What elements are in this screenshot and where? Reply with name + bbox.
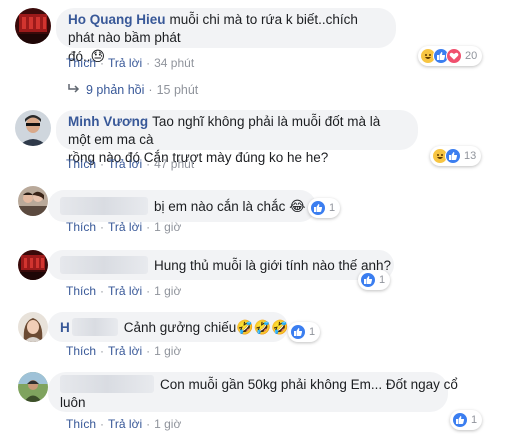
love-reaction-icon: [446, 48, 462, 64]
redacted-author-name: [60, 375, 154, 393]
avatar-user-6[interactable]: [18, 372, 48, 402]
avatar-user-3[interactable]: [18, 186, 48, 216]
comment-time[interactable]: 47 phút: [154, 157, 194, 171]
reply-link[interactable]: Trả lời: [108, 157, 142, 171]
comment-bubble-6: Con muỗi gần 50kg phải không Em... Đốt n…: [48, 372, 458, 412]
comment-time[interactable]: 34 phút: [154, 56, 194, 70]
comment-actions: Thích · Trả lời · 1 giờ: [66, 344, 182, 358]
replies-time: 15 phút: [156, 83, 199, 97]
reaction-summary[interactable]: 20: [418, 46, 483, 66]
comment-time[interactable]: 1 giờ: [154, 417, 181, 431]
like-link[interactable]: Thích: [66, 220, 96, 234]
comment-bubble-2: Minh Vương Tao nghĩ không phải là muỗi đố…: [56, 110, 418, 165]
reply-link[interactable]: Trả lời: [108, 220, 142, 234]
comment-actions: Thích · Trả lời · 1 giờ: [66, 417, 182, 431]
reaction-count: 1: [309, 326, 316, 338]
comment-text: Con muỗi gần 50kg phải không Em... Đốt n…: [160, 377, 458, 392]
like-link[interactable]: Thích: [66, 157, 96, 171]
reply-link[interactable]: Trả lời: [108, 417, 142, 431]
comment-author[interactable]: Minh Vương: [68, 114, 148, 129]
comment-actions: Thích · Trả lời · 34 phút: [66, 56, 195, 70]
reaction-summary[interactable]: 1: [358, 270, 391, 290]
like-reaction-icon: [290, 324, 306, 340]
like-reaction-icon: [452, 412, 468, 428]
comment-time[interactable]: 1 giờ: [154, 284, 181, 298]
comment-actions: Thích · Trả lời · 1 giờ: [66, 284, 182, 298]
reply-link[interactable]: Trả lời: [108, 56, 142, 70]
comment-text: luôn: [60, 395, 86, 410]
avatar-minh-vuong[interactable]: [15, 110, 51, 146]
comment-actions: Thích · Trả lời · 47 phút: [66, 157, 195, 171]
comment-text: Hung thủ muỗi là giới tính nào thế anh?: [154, 258, 392, 273]
reaction-count: 20: [465, 50, 478, 62]
reaction-summary[interactable]: 1: [308, 198, 341, 218]
reaction-count: 13: [464, 150, 477, 162]
avatar-user-5[interactable]: [18, 312, 48, 342]
like-reaction-icon: [360, 272, 376, 288]
like-link[interactable]: Thích: [66, 56, 96, 70]
like-link[interactable]: Thích: [66, 284, 96, 298]
comment-time[interactable]: 1 giờ: [154, 344, 181, 358]
redacted-author-name: [60, 197, 148, 215]
redacted-author-name: [60, 256, 148, 274]
comment-text: bị em nào cắn là chắc: [154, 199, 286, 214]
redacted-author-name: [71, 318, 118, 336]
comment-text: Cảnh gưởng chiếu: [123, 320, 237, 335]
view-replies-link[interactable]: 9 phản hồi · 15 phút: [68, 83, 198, 97]
comment-author-initial[interactable]: H: [60, 320, 70, 335]
like-reaction-icon: [310, 200, 326, 216]
reaction-summary[interactable]: 1: [288, 322, 321, 342]
like-link[interactable]: Thích: [66, 417, 96, 431]
comment-time[interactable]: 1 giờ: [154, 220, 181, 234]
emoji: 🤣🤣🤣: [236, 319, 289, 335]
reaction-count: 1: [329, 202, 336, 214]
reaction-summary[interactable]: 1: [450, 410, 483, 430]
comment-author[interactable]: Ho Quang Hieu: [68, 12, 166, 27]
reply-link[interactable]: Trả lời: [108, 344, 142, 358]
reaction-count: 1: [471, 414, 478, 426]
avatar-user-4[interactable]: [18, 250, 48, 280]
reaction-count: 1: [379, 274, 386, 286]
reply-link[interactable]: Trả lời: [108, 284, 142, 298]
reply-arrow-icon: [68, 83, 80, 97]
avatar-ho-quang-hieu[interactable]: [15, 8, 51, 44]
comment-actions: Thích · Trả lời · 1 giờ: [66, 220, 182, 234]
comment-bubble-4: Hung thủ muỗi là giới tính nào thế anh?: [48, 250, 394, 280]
comment-bubble-3: bị em nào cắn là chắc 😂: [48, 190, 316, 222]
emoji: 😂: [289, 198, 306, 214]
replies-count[interactable]: 9 phản hồi: [86, 83, 144, 97]
comment-bubble-1: Ho Quang Hieu muỗi chi mà to rứa k biết..…: [56, 8, 396, 64]
like-link[interactable]: Thích: [66, 344, 96, 358]
reaction-summary[interactable]: 13: [430, 146, 482, 166]
like-reaction-icon: [445, 148, 461, 164]
comment-bubble-5: H Cảnh gưởng chiếu🤣🤣🤣: [48, 312, 289, 342]
